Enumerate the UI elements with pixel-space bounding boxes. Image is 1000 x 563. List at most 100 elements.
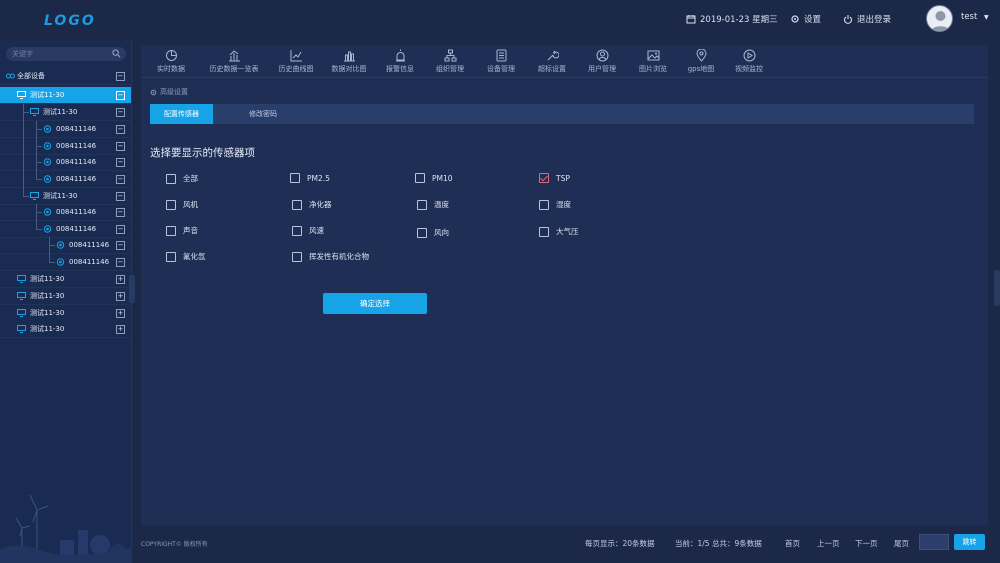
- option-humidity[interactable]: 湿度: [539, 199, 571, 210]
- collapse-toggle[interactable]: −: [116, 91, 125, 100]
- collapse-toggle[interactable]: −: [116, 208, 125, 217]
- nav-history-curve[interactable]: 历史曲线图: [266, 49, 326, 74]
- tree-connector: [36, 179, 42, 180]
- tree-group-label: 测试11-30: [30, 292, 65, 300]
- nav-video-monitor[interactable]: 视频监控: [719, 49, 779, 74]
- collapse-toggle[interactable]: −: [116, 192, 125, 201]
- search-placeholder: 关键字: [12, 50, 33, 58]
- tree-device-label: 008411146: [69, 258, 110, 266]
- checkbox[interactable]: [417, 199, 427, 210]
- checkbox-checked[interactable]: [539, 173, 549, 183]
- checkbox[interactable]: [166, 173, 176, 184]
- option-pm10[interactable]: PM10: [415, 173, 453, 183]
- tree-subgroup-2[interactable]: 测试11-30 −: [0, 188, 131, 205]
- option-label: 风机: [183, 200, 198, 209]
- tree-device[interactable]: 008411146 −: [0, 204, 131, 221]
- last-page-button[interactable]: 尾页: [894, 538, 909, 549]
- tree-device[interactable]: 008411146 −: [0, 154, 131, 171]
- checkbox[interactable]: [415, 173, 425, 183]
- sensor-icon: [43, 142, 52, 150]
- expand-toggle[interactable]: +: [116, 309, 125, 318]
- option-wind-direction[interactable]: 风向: [417, 227, 449, 238]
- section-title: 选择要显示的传感器项: [150, 147, 255, 159]
- settings-label: 设置: [804, 15, 822, 25]
- checkbox[interactable]: [292, 199, 302, 210]
- collapse-toggle[interactable]: −: [116, 258, 125, 267]
- search-input[interactable]: 关键字: [6, 47, 126, 61]
- tree-device[interactable]: 008411146 −: [0, 171, 131, 188]
- expand-toggle[interactable]: +: [116, 292, 125, 301]
- option-temperature[interactable]: 温度: [417, 199, 449, 210]
- expand-toggle[interactable]: +: [116, 275, 125, 284]
- nav-history-table[interactable]: 历史数据一览表: [204, 49, 264, 74]
- first-page-button[interactable]: 首页: [785, 538, 800, 549]
- collapse-toggle[interactable]: −: [116, 142, 125, 151]
- nav-label: 历史数据一览表: [209, 65, 259, 73]
- checkbox[interactable]: [290, 173, 300, 183]
- option-all[interactable]: 全部: [166, 173, 198, 184]
- option-tsp[interactable]: TSP: [539, 173, 570, 183]
- checkbox[interactable]: [292, 251, 302, 262]
- option-purifier[interactable]: 净化器: [292, 199, 332, 210]
- checkbox[interactable]: [539, 199, 549, 210]
- collapse-toggle[interactable]: −: [116, 108, 125, 117]
- option-fan[interactable]: 风机: [166, 199, 198, 210]
- collapse-toggle[interactable]: −: [116, 158, 125, 167]
- page-number-input[interactable]: [919, 534, 949, 550]
- nav-label: 视频监控: [735, 65, 763, 73]
- tree-group-test-3[interactable]: 测试11-30 +: [0, 288, 131, 305]
- settings-button[interactable]: 设置: [790, 12, 821, 26]
- collapse-toggle[interactable]: −: [116, 225, 125, 234]
- confirm-selection-button[interactable]: 确定选择: [323, 293, 427, 314]
- tab-configure-sensors[interactable]: 配置传感器: [150, 104, 213, 124]
- checkbox[interactable]: [417, 227, 427, 238]
- collapse-toggle[interactable]: −: [116, 175, 125, 184]
- calendar-icon: [686, 15, 696, 24]
- go-button[interactable]: 跳转: [954, 534, 985, 550]
- tab-change-password[interactable]: 修改密码: [213, 104, 313, 124]
- nav-realtime-data[interactable]: 实时数据: [141, 49, 201, 74]
- line-chart-icon: [290, 50, 302, 62]
- checkbox[interactable]: [166, 251, 176, 262]
- checkbox[interactable]: [292, 225, 302, 236]
- tree-subgroup-1[interactable]: 测试11-30 −: [0, 104, 131, 121]
- collapse-toggle[interactable]: −: [116, 72, 125, 81]
- right-panel-handle[interactable]: [994, 270, 1000, 306]
- next-page-button[interactable]: 下一页: [855, 538, 878, 549]
- option-pm25[interactable]: PM2.5: [290, 173, 330, 183]
- tree-device[interactable]: 008411146 −: [0, 121, 131, 138]
- tree-root-all-devices[interactable]: 全部设备 −: [0, 68, 131, 85]
- user-silhouette-icon: [930, 11, 951, 31]
- tree-group-label: 测试11-30: [30, 275, 65, 283]
- logout-button[interactable]: 退出登录: [843, 12, 891, 26]
- collapse-toggle[interactable]: −: [116, 125, 125, 134]
- tree-device[interactable]: 008411146 −: [0, 138, 131, 155]
- tree-group-test-4[interactable]: 测试11-30 +: [0, 305, 131, 322]
- checkbox[interactable]: [166, 225, 176, 236]
- option-voc[interactable]: 挥发性有机化合物: [292, 251, 369, 262]
- tree-group-test-1[interactable]: 测试11-30 −: [0, 87, 131, 104]
- user-menu[interactable]: test ▼: [961, 12, 989, 22]
- option-xenon-fluoride[interactable]: 氟化氙: [166, 251, 206, 262]
- tree-device[interactable]: 008411146 −: [0, 254, 131, 271]
- sensor-icon: [56, 241, 65, 249]
- prev-page-button[interactable]: 上一页: [817, 538, 840, 549]
- avatar[interactable]: [926, 5, 953, 32]
- date-text: 2019-01-23 星期三: [700, 15, 778, 25]
- checkbox[interactable]: [166, 199, 176, 210]
- checkbox[interactable]: [539, 226, 549, 237]
- option-sound[interactable]: 声音: [166, 225, 198, 236]
- tree-device[interactable]: 008411146 −: [0, 221, 131, 238]
- tree-device[interactable]: 008411146 −: [0, 237, 131, 254]
- collapse-toggle[interactable]: −: [116, 241, 125, 250]
- expand-toggle[interactable]: +: [116, 325, 125, 334]
- option-wind-speed[interactable]: 风速: [292, 225, 324, 236]
- tree-group-test-5[interactable]: 测试11-30 +: [0, 321, 131, 338]
- tree-subgroup-label: 测试11-30: [43, 108, 78, 116]
- sidebar-collapse-handle[interactable]: [129, 275, 135, 303]
- tree-device-label: 008411146: [56, 158, 97, 166]
- search-icon[interactable]: [112, 49, 121, 58]
- option-air-pressure[interactable]: 大气压: [539, 226, 579, 237]
- tree-group-test-2[interactable]: 测试11-30 +: [0, 271, 131, 288]
- tree-connector: [36, 129, 42, 130]
